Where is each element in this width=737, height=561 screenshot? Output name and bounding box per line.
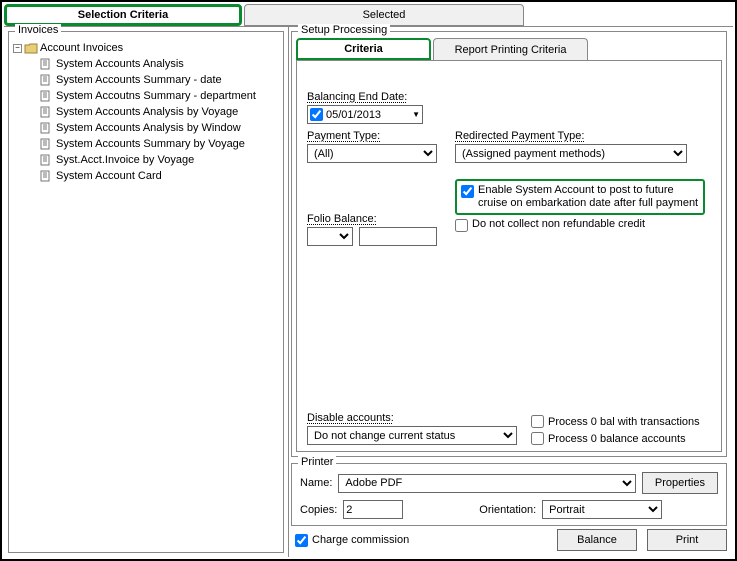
tree-item-label: System Accounts Analysis by Window <box>56 120 241 136</box>
tab-label: Criteria <box>344 43 383 55</box>
balancing-end-date-field: Balancing End Date: 05/01/2013 ▼ <box>307 91 437 124</box>
printer-group: Printer Name: Adobe PDF Properties Copie… <box>291 463 727 526</box>
setup-group: Setup Processing Criteria Report Printin… <box>291 31 727 457</box>
setup-group-label: Setup Processing <box>298 24 390 36</box>
tab-criteria[interactable]: Criteria <box>296 38 431 60</box>
enable-future-cruise-row: Enable System Account to post to future … <box>455 179 705 215</box>
disable-accounts-select[interactable]: Do not change current status <box>307 426 517 445</box>
redirected-payment-label: Redirected Payment Type: <box>455 130 687 142</box>
no-refund-checkbox[interactable] <box>455 219 468 232</box>
setup-tabs: Criteria Report Printing Criteria <box>296 38 722 60</box>
tree-item[interactable]: System Accounts Analysis by Voyage <box>39 104 279 120</box>
disable-accounts-field: Disable accounts: Do not change current … <box>307 412 517 445</box>
properties-button-label: Properties <box>655 477 705 489</box>
top-tabs: Selection Criteria Selected <box>4 4 733 26</box>
tab-label: Selected <box>363 9 406 21</box>
footer: Charge commission Balance Print <box>289 526 733 557</box>
folio-balance-label: Folio Balance: <box>307 213 437 225</box>
payment-type-label: Payment Type: <box>307 130 437 142</box>
print-button[interactable]: Print <box>647 529 727 551</box>
process-0-bal-trans-checkbox[interactable] <box>531 415 544 428</box>
report-icon <box>39 58 53 70</box>
redirected-payment-select[interactable]: (Assigned payment methods) <box>455 144 687 163</box>
properties-button[interactable]: Properties <box>642 472 718 494</box>
tree-item[interactable]: System Accounts Analysis <box>39 56 279 72</box>
process-0-balance-label: Process 0 balance accounts <box>548 433 686 445</box>
disable-accounts-label: Disable accounts: <box>307 412 517 424</box>
tree-item-label: Syst.Acct.Invoice by Voyage <box>56 152 194 168</box>
printer-name-select[interactable]: Adobe PDF <box>338 474 635 493</box>
tree-item-label: System Accounts Summary by Voyage <box>56 136 245 152</box>
orientation-label: Orientation: <box>479 504 536 516</box>
process-0-balance-checkbox[interactable] <box>531 432 544 445</box>
balancing-end-date-value: 05/01/2013 <box>326 109 381 121</box>
tab-selection-criteria[interactable]: Selection Criteria <box>4 4 242 26</box>
copies-input[interactable] <box>343 500 403 519</box>
printer-name-label: Name: <box>300 477 332 489</box>
redirected-payment-field: Redirected Payment Type: (Assigned payme… <box>455 130 687 163</box>
invoices-group-label: Invoices <box>15 24 61 36</box>
report-icon <box>39 90 53 102</box>
report-icon <box>39 106 53 118</box>
chevron-down-icon[interactable]: ▼ <box>412 110 420 119</box>
balance-button[interactable]: Balance <box>557 529 637 551</box>
tree-children: System Accounts Analysis System Accounts… <box>13 56 279 184</box>
enable-future-cruise-label: Enable System Account to post to future … <box>478 184 699 210</box>
tree-item[interactable]: System Accounts Analysis by Window <box>39 120 279 136</box>
process-0-bal-trans-label: Process 0 bal with transactions <box>548 416 700 428</box>
criteria-panel: Balancing End Date: 05/01/2013 ▼ Payment… <box>296 60 722 452</box>
charge-commission-label: Charge commission <box>312 534 409 546</box>
tree-item[interactable]: Syst.Acct.Invoice by Voyage <box>39 152 279 168</box>
report-icon <box>39 74 53 86</box>
tree-item-label: System Accounts Analysis by Voyage <box>56 104 238 120</box>
folio-balance-input[interactable] <box>359 227 437 246</box>
tab-report-printing[interactable]: Report Printing Criteria <box>433 38 588 60</box>
balancing-end-date-check[interactable] <box>310 108 323 121</box>
payment-type-select[interactable]: (All) <box>307 144 437 163</box>
no-refund-label: Do not collect non refundable credit <box>472 218 645 230</box>
enable-future-cruise-checkbox[interactable] <box>461 185 474 198</box>
tree-item[interactable]: System Accoutns Summary - department <box>39 88 279 104</box>
folio-balance-field: Folio Balance: <box>307 179 437 246</box>
tree-item[interactable]: System Accounts Summary by Voyage <box>39 136 279 152</box>
tree-item-label: System Accounts Summary - date <box>56 72 222 88</box>
charge-commission-checkbox[interactable] <box>295 534 308 547</box>
tree-item[interactable]: System Accounts Summary - date <box>39 72 279 88</box>
print-button-label: Print <box>676 534 699 546</box>
tree-collapse-icon[interactable]: − <box>13 44 22 53</box>
report-icon <box>39 138 53 150</box>
report-icon <box>39 170 53 182</box>
copies-label: Copies: <box>300 504 337 516</box>
tab-label: Report Printing Criteria <box>455 44 567 56</box>
balance-button-label: Balance <box>577 534 617 546</box>
orientation-select[interactable]: Portrait <box>542 500 662 519</box>
folio-balance-select[interactable] <box>307 227 353 246</box>
tree-root-label: Account Invoices <box>40 40 123 56</box>
payment-type-field: Payment Type: (All) <box>307 130 437 163</box>
printer-group-label: Printer <box>298 456 336 468</box>
report-icon <box>39 154 53 166</box>
tab-selected[interactable]: Selected <box>244 4 524 26</box>
balancing-end-date-label: Balancing End Date: <box>307 91 437 103</box>
balancing-end-date-input[interactable]: 05/01/2013 ▼ <box>307 105 423 124</box>
tree-item-label: System Accounts Analysis <box>56 56 184 72</box>
tree-item[interactable]: System Account Card <box>39 168 279 184</box>
tree-item-label: System Accoutns Summary - department <box>56 88 256 104</box>
folder-icon <box>24 42 38 54</box>
report-icon <box>39 122 53 134</box>
tree-root[interactable]: − Account Invoices <box>13 40 279 56</box>
invoices-tree[interactable]: − Account Invoices System Accounts Analy… <box>13 38 279 548</box>
invoices-group: Invoices − Account Invoices System Accou… <box>8 31 284 553</box>
tab-label: Selection Criteria <box>78 9 168 21</box>
tree-item-label: System Account Card <box>56 168 162 184</box>
